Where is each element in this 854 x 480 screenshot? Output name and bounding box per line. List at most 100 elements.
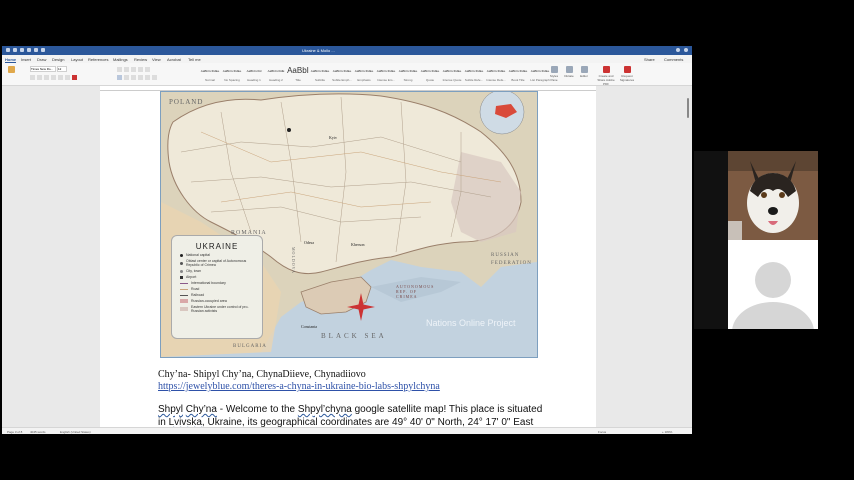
- participant-video-dog: [728, 151, 818, 240]
- font-name-box[interactable]: Times New Ro...: [30, 66, 56, 72]
- map-label-moldova: MOLDOVA: [291, 247, 296, 274]
- home-icon[interactable]: [13, 48, 17, 52]
- dictate-button[interactable]: Dictate: [562, 66, 576, 83]
- style-quote[interactable]: AaBbCcDdEe Quote: [419, 66, 441, 83]
- comments-button[interactable]: Comments: [664, 57, 683, 62]
- multilevel-button[interactable]: [131, 67, 136, 72]
- account-icon[interactable]: [684, 48, 688, 52]
- sort-button[interactable]: [145, 67, 150, 72]
- style-strong[interactable]: AaBbCcDdEe Strong: [397, 66, 419, 83]
- style-subtitle[interactable]: AaBbCcDdEe Subtitle: [309, 66, 331, 83]
- tab-tell-me[interactable]: Tell me: [188, 57, 201, 62]
- paste-button[interactable]: [4, 66, 18, 83]
- style-subtle-emphasis[interactable]: AaBbCcDdEe Subtle Emph...: [331, 66, 353, 83]
- justify-button[interactable]: [138, 75, 143, 80]
- save-icon[interactable]: [20, 48, 24, 52]
- tab-review[interactable]: Review: [134, 57, 147, 62]
- ribbon: Times New Ro... 12 AaBbCcDdEe Normal AaB…: [2, 63, 692, 86]
- ribbon-tabs: Home Insert Draw Design Layout Reference…: [2, 55, 692, 63]
- line-spacing-button[interactable]: [145, 75, 150, 80]
- map-legend: UKRAINE National capital Oblast center o…: [171, 235, 263, 339]
- legend-title: UKRAINE: [195, 242, 239, 251]
- indent-button[interactable]: [138, 67, 143, 72]
- map-label-russian-federation: RUSSIAN FEDERATION: [491, 253, 532, 266]
- legend-item: Road: [180, 287, 262, 291]
- tab-references[interactable]: References: [88, 57, 108, 62]
- bold-button[interactable]: [30, 75, 35, 80]
- paragraph-buttons-top: [117, 67, 150, 72]
- superscript-button[interactable]: [65, 75, 70, 80]
- doc-paragraph-line-1: Shpyl Chy’na - Welcome to the Shpyl’chyn…: [158, 404, 543, 415]
- paragraph-buttons-bottom: [117, 75, 157, 80]
- numbering-button[interactable]: [124, 67, 129, 72]
- map-label-kyiv: Kyiv: [329, 135, 337, 140]
- legend-item: Railroad: [180, 293, 262, 297]
- bullets-button[interactable]: [117, 67, 122, 72]
- scrollbar-thumb[interactable]: [687, 98, 689, 118]
- styles-pane-button[interactable]: Styles Pane: [547, 66, 561, 83]
- align-right-button[interactable]: [131, 75, 136, 80]
- map-label-poland: POLAND: [169, 98, 204, 106]
- strikethrough-button[interactable]: [51, 75, 56, 80]
- style-title[interactable]: AaBbI Title: [287, 66, 309, 83]
- map-label-black-sea: BLACK SEA: [321, 332, 387, 340]
- focus-button[interactable]: Focus: [598, 430, 606, 434]
- legend-item: Airport: [180, 275, 262, 279]
- subscript-button[interactable]: [58, 75, 63, 80]
- avatar-body: [732, 302, 814, 329]
- create-pdf-button[interactable]: Create and Share Adobe PDF: [595, 66, 617, 86]
- shading-button[interactable]: [152, 75, 157, 80]
- doc-text-line: Chy’na- Shipyl Chy’na, ChynaDiieve, Chyn…: [158, 369, 366, 380]
- style-intense-emphasis[interactable]: AaBbCcDdEe Intense Em...: [375, 66, 397, 83]
- redo-icon[interactable]: [34, 48, 38, 52]
- tab-acrobat[interactable]: Acrobat: [167, 57, 181, 62]
- map-label-constanta: Constanta: [301, 324, 317, 329]
- align-left-button[interactable]: [117, 75, 122, 80]
- status-words[interactable]: 4045 words: [30, 430, 46, 434]
- font-color-button[interactable]: [72, 75, 77, 80]
- map-label-kherson: Kherson: [351, 242, 365, 247]
- style-intense-reference[interactable]: AaBbCcDdEe Intense Refe...: [485, 66, 507, 83]
- quick-access-toolbar: [6, 48, 45, 52]
- share-button[interactable]: Share: [644, 57, 655, 62]
- legend-item: National capital: [180, 253, 262, 257]
- tab-mailings[interactable]: Mailings: [113, 57, 128, 62]
- style-book-title[interactable]: AaBbCcDdEe Book Title: [507, 66, 529, 83]
- styles-gallery: AaBbCcDdEe Normal AaBbCcDdEe No Spacing Aa…: [199, 66, 551, 83]
- request-signatures-button[interactable]: Request Signatures: [619, 66, 635, 83]
- tab-design[interactable]: Design: [52, 57, 64, 62]
- legend-item: International boundary: [180, 281, 262, 285]
- font-size-box[interactable]: 12: [57, 66, 67, 72]
- tab-insert[interactable]: Insert: [21, 57, 31, 62]
- style-subtle-reference[interactable]: AaBbCcDdEe Subtle Refe...: [463, 66, 485, 83]
- style-heading-1[interactable]: AaBbCcDd Heading 1: [243, 66, 265, 83]
- vertical-scrollbar[interactable]: [686, 98, 690, 428]
- print-icon[interactable]: [41, 48, 45, 52]
- status-page[interactable]: Page 3 of 8: [7, 430, 22, 434]
- legend-item: Eastern Ukraine under control of pro-Rus…: [180, 305, 258, 313]
- video-panel-gap: [694, 151, 728, 329]
- autosave-icon[interactable]: [6, 48, 10, 52]
- underline-button[interactable]: [44, 75, 49, 80]
- status-language[interactable]: English (United States): [60, 430, 91, 434]
- style-normal[interactable]: AaBbCcDdEe Normal: [199, 66, 221, 83]
- tab-view[interactable]: View: [152, 57, 161, 62]
- style-emphasis[interactable]: AaBbCcDdEe Emphasis: [353, 66, 375, 83]
- word-window: Ukraine & Mollo ... Home Insert Draw Des…: [2, 46, 692, 434]
- format-buttons: [30, 75, 77, 80]
- map-label-crimea: AUTONOMOUS REP. OF CRIMEA: [396, 284, 435, 299]
- search-icon[interactable]: [676, 48, 680, 52]
- style-intense-quote[interactable]: AaBbCcDdEe Intense Quote: [441, 66, 463, 83]
- tab-draw[interactable]: Draw: [37, 57, 46, 62]
- italic-button[interactable]: [37, 75, 42, 80]
- style-heading-2[interactable]: AaBbCcDdE Heading 2: [265, 66, 287, 83]
- zoom-level[interactable]: + 180%: [662, 430, 672, 434]
- undo-icon[interactable]: [27, 48, 31, 52]
- doc-link[interactable]: https://jewelyblue.com/theres-a-chyna-in…: [158, 381, 440, 392]
- ukraine-map-image: POLAND ROMANIA RUSSIAN FEDERATION MOLDOV…: [160, 91, 538, 358]
- tab-layout[interactable]: Layout: [71, 57, 83, 62]
- editor-button[interactable]: Editor: [577, 66, 591, 83]
- participant-video-placeholder: [728, 240, 818, 329]
- align-center-button[interactable]: [124, 75, 129, 80]
- style-no-spacing[interactable]: AaBbCcDdEe No Spacing: [221, 66, 243, 83]
